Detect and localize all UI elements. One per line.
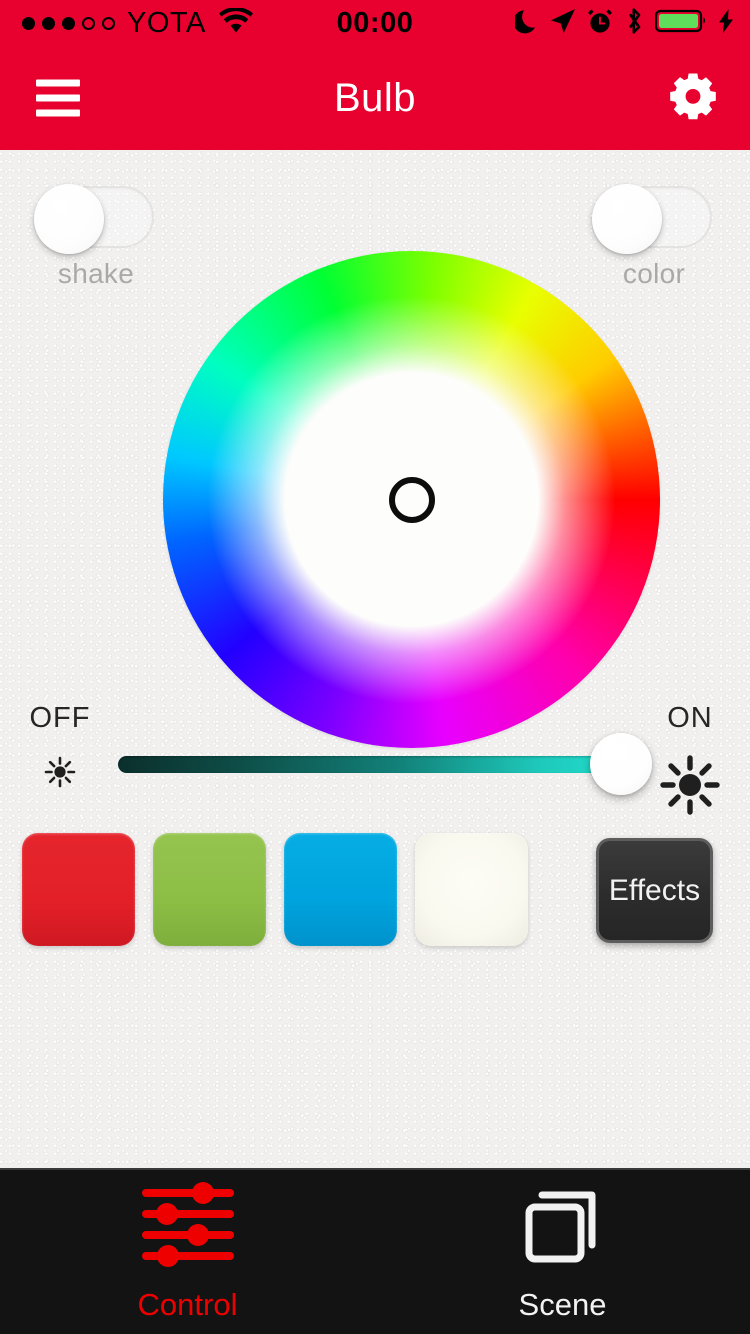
tab-bar: Control Scene (0, 1168, 750, 1334)
brightness-off-label: OFF (29, 702, 91, 734)
small-sun-icon (5, 749, 115, 795)
charging-bolt-icon (718, 8, 734, 39)
preset-white[interactable] (415, 833, 528, 946)
color-toggle-group: color (592, 184, 714, 290)
brightness-track-area[interactable] (118, 733, 652, 795)
hamburger-line-1 (36, 79, 80, 87)
shake-toggle-label: shake (57, 258, 135, 289)
brightness-off-group: OFF (5, 702, 115, 795)
effects-button-label: Effects (608, 873, 701, 907)
brightness-on-group: ON (635, 702, 745, 821)
brightness-track[interactable] (118, 756, 632, 773)
brightness-on-label: ON (667, 702, 713, 734)
wheel-cursor-ring[interactable] (388, 476, 435, 523)
moon-icon (513, 8, 539, 39)
large-sun-icon (635, 749, 745, 821)
hamburger-menu-icon[interactable] (36, 79, 80, 117)
battery-icon (654, 9, 707, 38)
tab-control[interactable]: Control (0, 1170, 375, 1334)
gear-icon[interactable] (668, 71, 718, 126)
tab-control-label: Control (137, 1286, 238, 1322)
color-wheel[interactable] (163, 251, 660, 748)
shake-toggle[interactable] (34, 184, 154, 254)
brightness-slider-row: OFF ON (0, 698, 750, 815)
preset-swatch-row (22, 833, 528, 946)
tab-scene-label: Scene (518, 1286, 607, 1322)
effects-button[interactable]: Effects (596, 838, 713, 943)
nav-bar: Bulb (0, 46, 750, 150)
sliders-icon (140, 1181, 236, 1273)
hamburger-line-3 (36, 109, 80, 117)
shake-toggle-knob (34, 184, 104, 254)
alarm-clock-icon (587, 7, 613, 39)
status-bar: YOTA 00:00 (0, 0, 750, 46)
shake-toggle-group: shake (34, 184, 156, 290)
color-toggle-label: color (622, 258, 686, 289)
status-bar-right (513, 7, 734, 40)
preset-red[interactable] (22, 833, 135, 946)
preset-blue[interactable] (284, 833, 397, 946)
preset-green[interactable] (153, 833, 266, 946)
bluetooth-icon (624, 7, 644, 40)
tab-scene[interactable]: Scene (375, 1170, 750, 1334)
app-root: YOTA 00:00 Bulb shake color OFF ON Effec… (0, 0, 750, 1334)
page-title: Bulb (333, 75, 417, 120)
location-arrow-icon (550, 8, 576, 39)
color-toggle[interactable] (592, 184, 712, 254)
color-toggle-knob (592, 184, 662, 254)
hamburger-line-2 (36, 94, 80, 102)
layers-squares-icon (520, 1182, 606, 1273)
